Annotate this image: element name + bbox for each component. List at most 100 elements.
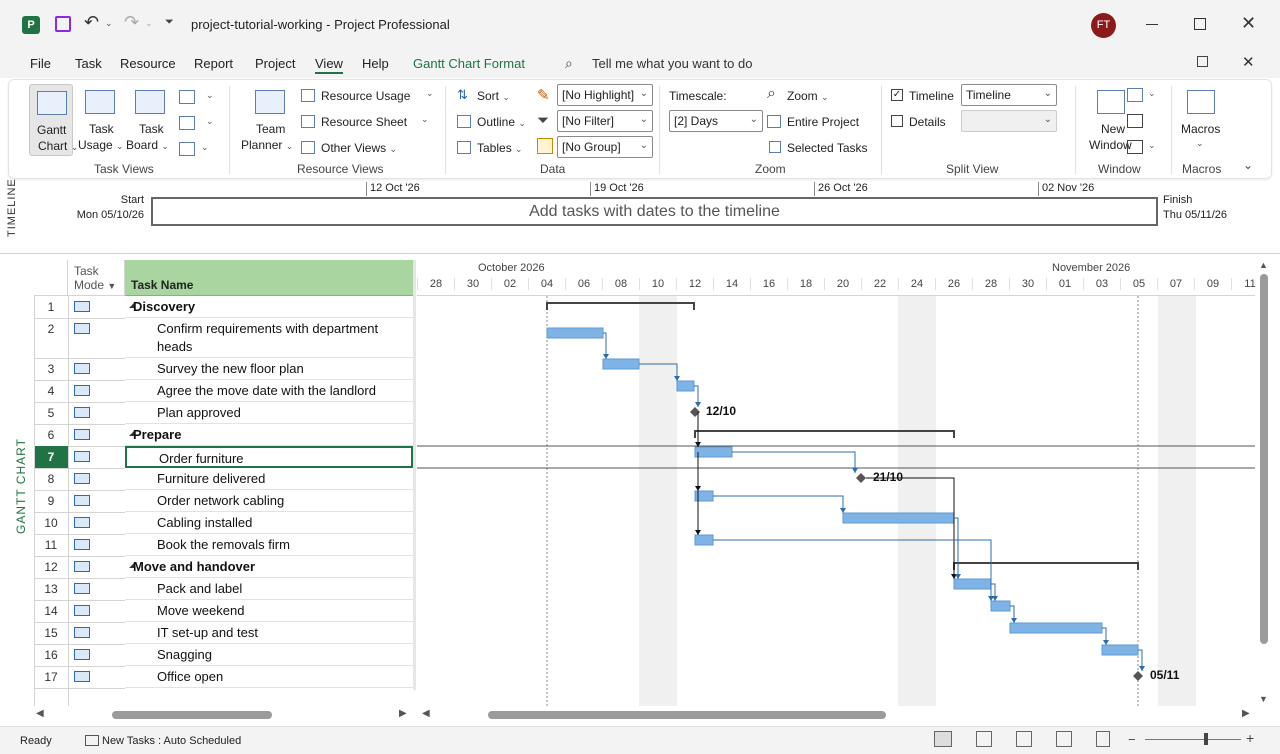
timeline-view-select[interactable]: Timeline ⌄ xyxy=(961,84,1057,106)
row-number[interactable]: 9 xyxy=(34,490,68,512)
arrange-all-icon[interactable] xyxy=(1127,114,1143,128)
zoom-slider-thumb[interactable] xyxy=(1204,733,1208,745)
tab-task[interactable]: Task xyxy=(75,56,102,71)
scroll-up-icon[interactable]: ▲ xyxy=(1259,260,1268,270)
timeline-bar[interactable]: Add tasks with dates to the timeline xyxy=(151,197,1158,226)
other-task-views-icon[interactable] xyxy=(179,142,195,156)
task-name-cell[interactable]: IT set-up and test xyxy=(125,622,413,644)
task-name-cell[interactable]: Office open xyxy=(125,666,413,688)
tell-me-search[interactable]: Tell me what you want to do xyxy=(592,56,752,71)
task-name-cell[interactable]: Agree the move date with the landlord xyxy=(125,380,413,402)
task-name-cell[interactable]: ◢ Prepare xyxy=(125,424,413,446)
minimize-icon[interactable] xyxy=(1146,24,1158,25)
save-icon[interactable] xyxy=(55,16,71,32)
sort-button[interactable]: ⇅ Sort ⌄ xyxy=(457,87,517,106)
tables-button[interactable]: Tables ⌄ xyxy=(457,140,537,158)
switch-windows-icon[interactable] xyxy=(1127,88,1143,102)
team-planner-shortcut-icon[interactable] xyxy=(1016,731,1032,747)
sheet-horizontal-scrollbar[interactable]: ◀ ▶ xyxy=(34,708,414,722)
tab-project[interactable]: Project xyxy=(255,56,295,71)
sheet-scroll-left-icon[interactable]: ◀ xyxy=(36,708,44,719)
task-usage-button[interactable]: Task Usage ⌄ xyxy=(78,84,124,156)
customize-toolbar-icon[interactable]: ⏷ xyxy=(165,16,174,29)
close-document-icon[interactable]: ✕ xyxy=(1242,53,1255,71)
tab-view[interactable]: View xyxy=(315,56,343,74)
task-name-cell[interactable]: Survey the new floor plan xyxy=(125,358,413,380)
collapse-ribbon-icon[interactable]: ⌄ xyxy=(1243,158,1253,172)
group-select[interactable]: [No Group] ⌄ xyxy=(557,136,653,158)
row-number[interactable]: 13 xyxy=(34,578,68,600)
row-number[interactable]: 7 xyxy=(34,446,68,468)
task-name-cell[interactable]: Confirm requirements with department head… xyxy=(125,318,413,358)
tab-report[interactable]: Report xyxy=(194,56,233,71)
resource-sheet-button[interactable]: Resource Sheet ⌄ xyxy=(301,114,433,132)
timeline-checkbox[interactable]: ✓ xyxy=(891,89,903,101)
scroll-down-icon[interactable]: ▼ xyxy=(1259,694,1268,704)
task-name-cell[interactable]: Pack and label xyxy=(125,578,413,600)
row-number[interactable]: 6 xyxy=(34,424,68,446)
resource-sheet-shortcut-icon[interactable] xyxy=(1056,731,1072,747)
task-name-cell[interactable]: Furniture delivered xyxy=(125,468,413,490)
select-all-corner[interactable] xyxy=(34,260,68,296)
task-name-header[interactable]: Task Name xyxy=(125,260,413,296)
undo-dropdown-icon[interactable]: ⌄ xyxy=(105,18,113,29)
task-name-cell[interactable]: ◢ Discovery xyxy=(125,296,413,318)
row-number[interactable]: 1 xyxy=(34,296,68,318)
user-avatar[interactable]: FT xyxy=(1091,13,1116,38)
gantt-chart-button[interactable]: Gantt Chart ⌄ xyxy=(29,84,78,156)
calendar-dropdown-icon[interactable]: ⌄ xyxy=(206,90,214,101)
row-number[interactable]: 14 xyxy=(34,600,68,622)
row-number[interactable]: 15 xyxy=(34,622,68,644)
sheet-scroll-right-icon[interactable]: ▶ xyxy=(399,708,407,719)
zoom-slider[interactable] xyxy=(1145,739,1241,740)
vertical-scroll-thumb[interactable] xyxy=(1260,274,1268,644)
task-name-cell[interactable]: Order network cabling xyxy=(125,490,413,512)
tab-gantt-chart-format[interactable]: Gantt Chart Format xyxy=(413,56,525,71)
selected-tasks-button[interactable]: Selected Tasks xyxy=(767,140,877,158)
chart-scroll-right-icon[interactable]: ▶ xyxy=(1242,708,1250,719)
row-number[interactable]: 11 xyxy=(34,534,68,556)
macros-button[interactable]: Macros ⌄ xyxy=(1179,84,1225,156)
gantt-view-shortcut-icon[interactable] xyxy=(934,731,952,747)
tab-resource[interactable]: Resource xyxy=(120,56,176,71)
zoom-out-icon[interactable]: − xyxy=(1128,732,1136,747)
network-diagram-icon[interactable] xyxy=(179,116,195,130)
task-name-cell[interactable]: Snagging xyxy=(125,644,413,666)
row-number[interactable]: 5 xyxy=(34,402,68,424)
details-checkbox[interactable] xyxy=(891,115,903,127)
row-number[interactable]: 17 xyxy=(34,666,68,688)
timescale-select[interactable]: [2] Days ⌄ xyxy=(669,110,763,132)
row-number[interactable]: 8 xyxy=(34,468,68,490)
undo-icon[interactable]: ↶ xyxy=(84,12,99,33)
team-planner-button[interactable]: Team Planner ⌄ xyxy=(241,84,295,156)
row-number[interactable]: 3 xyxy=(34,358,68,380)
row-number[interactable]: 4 xyxy=(34,380,68,402)
row-number[interactable]: 12 xyxy=(34,556,68,578)
row-number[interactable]: 16 xyxy=(34,644,68,666)
entire-project-button[interactable]: Entire Project xyxy=(767,114,867,132)
new-tasks-mode[interactable]: New Tasks : Auto Scheduled xyxy=(102,735,241,747)
task-name-cell[interactable]: Book the removals firm xyxy=(125,534,413,556)
sheet-scroll-thumb[interactable] xyxy=(112,711,272,719)
task-name-cell[interactable]: ◢ Move and handover xyxy=(125,556,413,578)
row-number[interactable]: 2 xyxy=(34,318,68,358)
task-usage-shortcut-icon[interactable] xyxy=(976,731,992,747)
resource-usage-button[interactable]: Resource Usage ⌄ xyxy=(301,88,434,106)
task-name-cell[interactable]: Move weekend xyxy=(125,600,413,622)
calendar-view-icon[interactable] xyxy=(179,90,195,104)
task-board-button[interactable]: Task Board ⌄ xyxy=(126,84,173,156)
highlight-select[interactable]: [No Highlight] ⌄ xyxy=(557,84,653,106)
row-number[interactable]: 10 xyxy=(34,512,68,534)
other-views-button[interactable]: Other Views ⌄ xyxy=(301,140,433,158)
network-dropdown-icon[interactable]: ⌄ xyxy=(206,116,214,127)
restore-ribbon-icon[interactable] xyxy=(1197,56,1208,67)
chart-scroll-thumb[interactable] xyxy=(488,711,886,719)
tab-file[interactable]: File xyxy=(30,56,51,71)
vertical-scrollbar[interactable]: ▲ ▼ xyxy=(1258,260,1270,706)
close-icon[interactable]: ✕ xyxy=(1241,13,1256,34)
switch-windows-dropdown-icon[interactable]: ⌄ xyxy=(1148,88,1156,99)
hide-window-dropdown-icon[interactable]: ⌄ xyxy=(1148,140,1156,151)
filter-select[interactable]: [No Filter] ⌄ xyxy=(557,110,653,132)
zoom-in-icon[interactable]: + xyxy=(1246,730,1254,746)
task-name-cell[interactable]: Plan approved xyxy=(125,402,413,424)
